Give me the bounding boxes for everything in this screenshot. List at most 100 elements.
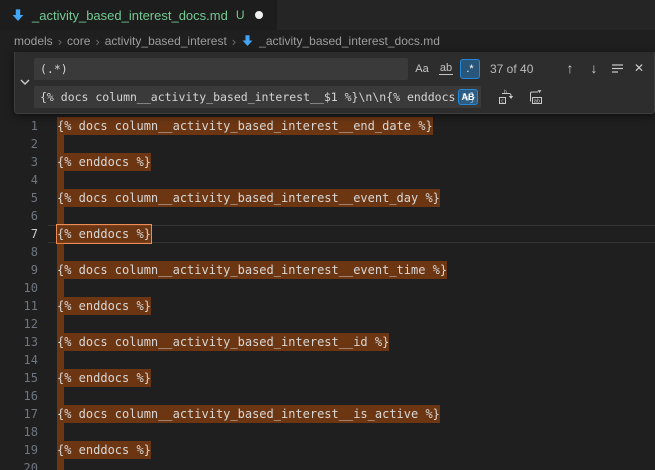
match-highlight: {% docs column__activity_based_interest_…	[57, 189, 440, 207]
code-line[interactable]: 19 {% enddocs %}	[0, 441, 655, 459]
code-line-content	[57, 387, 64, 405]
close-find-widget-button[interactable]: ✕	[629, 58, 649, 78]
code-line[interactable]: 12	[0, 315, 655, 333]
preserve-case-button[interactable]: AB	[458, 89, 478, 105]
match-highlight-empty	[57, 387, 64, 405]
toggle-replace-chevron-icon[interactable]	[18, 73, 32, 93]
code-line[interactable]: 17 {% docs column__activity_based_interes…	[0, 405, 655, 423]
line-number: 19	[0, 441, 48, 459]
svg-text:b: b	[504, 90, 507, 96]
line-number: 9	[0, 261, 48, 279]
code-line[interactable]: 2	[0, 135, 655, 153]
breadcrumb-item-label: activity_based_interest	[105, 34, 227, 48]
find-row: (.*) Aa ab .* 37 of 40	[34, 58, 533, 80]
match-highlight-empty	[57, 315, 64, 333]
find-replace-widget: (.*) Aa ab .* 37 of 40 ↑ ↓ ✕ {% docs col…	[14, 52, 655, 114]
replace-all-button[interactable]: ab	[525, 87, 547, 107]
code-line[interactable]: 16	[0, 387, 655, 405]
code-line[interactable]: 4	[0, 171, 655, 189]
breadcrumb-separator-icon: ›	[95, 34, 99, 49]
code-line-content: {% docs column__activity_based_interest_…	[57, 117, 433, 135]
find-in-selection-button[interactable]	[607, 58, 627, 78]
match-case-button[interactable]: Aa	[412, 59, 432, 79]
code-line-content: {% docs column__activity_based_interest_…	[57, 261, 447, 279]
match-highlight-empty	[57, 243, 64, 261]
whole-word-button[interactable]: ab	[436, 59, 456, 79]
code-line[interactable]: 8	[0, 243, 655, 261]
code-line-content: {% enddocs %}	[57, 153, 151, 171]
breadcrumb-item-label: _activity_based_interest_docs.md	[259, 34, 440, 48]
line-number: 4	[0, 171, 48, 189]
line-number: 8	[0, 243, 48, 261]
line-number: 5	[0, 189, 48, 207]
tab-bar: _activity_based_interest_docs.md U	[0, 0, 655, 30]
breadcrumb-item[interactable]: core	[67, 34, 90, 48]
match-highlight: {% docs column__activity_based_interest_…	[57, 117, 433, 135]
unsaved-changes-dot[interactable]	[255, 11, 263, 19]
find-input[interactable]: (.*)	[34, 58, 408, 80]
line-number: 10	[0, 279, 48, 297]
line-number: 2	[0, 135, 48, 153]
breadcrumb-item-label: core	[67, 34, 90, 48]
code-line[interactable]: 1{% docs column__activity_based_interest…	[0, 117, 655, 135]
code-line[interactable]: 7{% enddocs %}	[0, 225, 655, 243]
svg-text:c: c	[501, 99, 504, 105]
find-results-count: 37 of 40	[490, 62, 533, 76]
code-line[interactable]: 15 {% enddocs %}	[0, 369, 655, 387]
breadcrumb-item[interactable]: _activity_based_interest_docs.md	[241, 34, 440, 48]
replace-input[interactable]: {% docs column__activity_based_interest_…	[34, 86, 481, 108]
code-line[interactable]: 3{% enddocs %}	[0, 153, 655, 171]
code-line-content: {% enddocs %}	[57, 369, 151, 387]
breadcrumb-item[interactable]: models	[14, 34, 53, 48]
regex-button[interactable]: .*	[460, 59, 480, 79]
match-highlight: {% enddocs %}	[57, 441, 151, 459]
svg-text:ab: ab	[534, 99, 541, 105]
code-line[interactable]: 9 {% docs column__activity_based_interest…	[0, 261, 655, 279]
replace-input-value: {% docs column__activity_based_interest_…	[40, 90, 476, 104]
code-line[interactable]: 10	[0, 279, 655, 297]
code-line[interactable]: 5 {% docs column__activity_based_interest…	[0, 189, 655, 207]
code-line[interactable]: 14	[0, 351, 655, 369]
code-line-content: {% docs column__activity_based_interest_…	[57, 189, 440, 207]
previous-match-button[interactable]: ↑	[560, 58, 580, 78]
match-highlight-empty	[57, 351, 64, 369]
match-highlight: {% docs column__activity_based_interest_…	[57, 405, 440, 423]
code-lines: 1{% docs column__activity_based_interest…	[0, 117, 655, 470]
match-highlight-empty	[57, 423, 64, 441]
breadcrumb-separator-icon: ›	[232, 34, 236, 49]
current-match-highlight: {% enddocs %}	[57, 225, 151, 243]
code-line-content: {% enddocs %}	[57, 441, 151, 459]
tab-active-file[interactable]: _activity_based_interest_docs.md U	[0, 0, 277, 30]
code-line-content	[57, 423, 64, 441]
breadcrumb-item-label: models	[14, 34, 53, 48]
next-match-button[interactable]: ↓	[584, 58, 604, 78]
match-highlight-empty	[57, 207, 64, 225]
match-highlight-empty	[57, 135, 64, 153]
code-line-content	[57, 135, 64, 153]
line-number: 12	[0, 315, 48, 333]
line-number: 20	[0, 459, 48, 470]
line-number: 18	[0, 423, 48, 441]
vscode-editor-window: _activity_based_interest_docs.md U model…	[0, 0, 655, 470]
find-input-value: (.*)	[40, 62, 68, 76]
code-line[interactable]: 13{% docs column__activity_based_interes…	[0, 333, 655, 351]
code-line-content	[57, 171, 64, 189]
line-number: 15	[0, 369, 48, 387]
code-line[interactable]: 20	[0, 459, 655, 470]
replace-row: {% docs column__activity_based_interest_…	[34, 86, 547, 108]
code-line-content: {% enddocs %}	[57, 225, 151, 243]
replace-button[interactable]: b c	[495, 87, 517, 107]
code-line-content: {% docs column__activity_based_interest_…	[57, 405, 440, 423]
line-number: 17	[0, 405, 48, 423]
code-line[interactable]: 6	[0, 207, 655, 225]
code-line-content: {% docs column__activity_based_interest_…	[57, 333, 389, 351]
breadcrumb: models›core›activity_based_interest›_act…	[0, 30, 655, 52]
tab-filename: _activity_based_interest_docs.md	[32, 8, 228, 23]
editor-pane[interactable]: 1{% docs column__activity_based_interest…	[0, 52, 655, 470]
match-highlight: {% enddocs %}	[57, 153, 151, 171]
breadcrumb-item[interactable]: activity_based_interest	[105, 34, 227, 48]
code-line[interactable]: 11{% enddocs %}	[0, 297, 655, 315]
code-line[interactable]: 18	[0, 423, 655, 441]
markdown-file-icon	[10, 7, 26, 23]
match-highlight-empty	[57, 171, 64, 189]
